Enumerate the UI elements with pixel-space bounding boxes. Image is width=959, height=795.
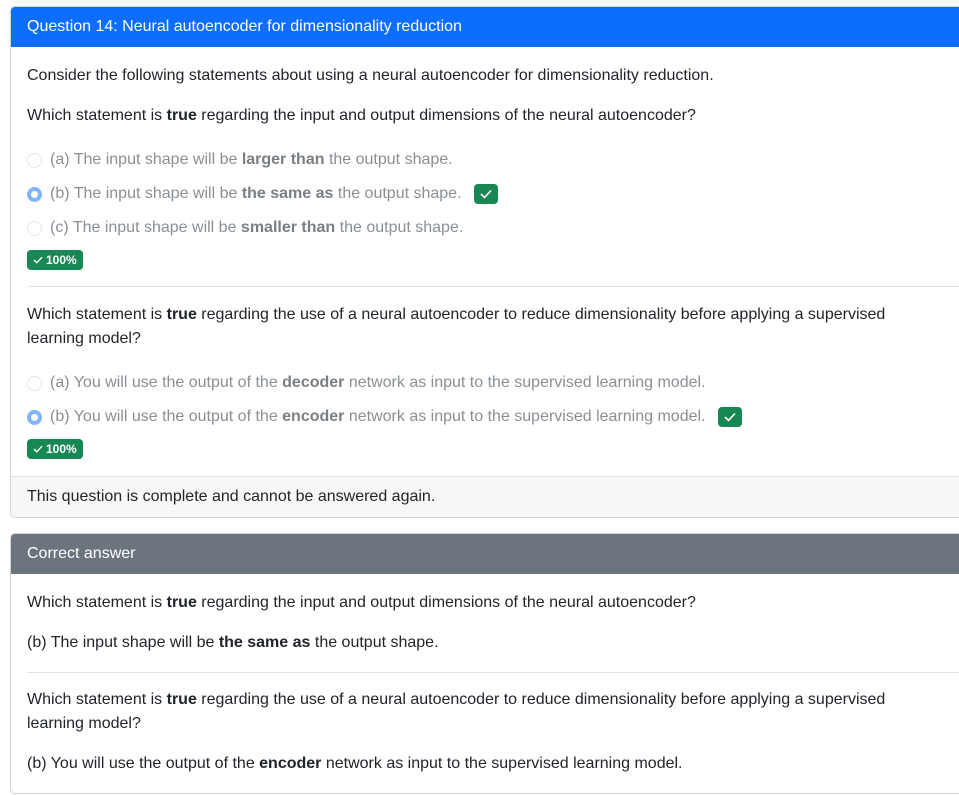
question-card: Question 14: Neural autoencoder for dime… <box>10 6 959 518</box>
option-label: (c) The input shape will be smaller than… <box>50 219 464 236</box>
part2-score-badge: 100% <box>27 439 83 459</box>
radio-icon <box>27 220 42 236</box>
completion-status: This question is complete and cannot be … <box>27 488 436 505</box>
part1-prompt: Which statement is true regarding the in… <box>27 107 696 124</box>
divider <box>27 672 959 673</box>
check-icon <box>33 445 43 453</box>
answer-title: Correct answer <box>27 545 136 562</box>
part2-option-b: (b) You will use the output of the encod… <box>27 405 742 429</box>
answer-part2-prompt: Which statement is true regarding the us… <box>27 691 886 732</box>
part1-option-b: (b) The input shape will be the same as … <box>27 182 498 206</box>
part1-option-c: (c) The input shape will be smaller than… <box>27 216 463 240</box>
answer-part1-prompt: Which statement is true regarding the in… <box>27 594 696 611</box>
check-icon <box>473 184 498 204</box>
radio-icon <box>27 186 42 202</box>
question-intro: Consider the following statements about … <box>27 67 714 84</box>
check-icon <box>33 256 43 264</box>
check-icon <box>717 407 742 427</box>
question-footer: This question is complete and cannot be … <box>11 476 959 517</box>
divider <box>27 286 959 287</box>
option-label: (a) You will use the output of the decod… <box>50 374 706 391</box>
option-label: (b) The input shape will be the same as … <box>50 185 462 202</box>
radio-icon <box>27 409 42 425</box>
part1-option-a: (a) The input shape will be larger than … <box>27 148 453 172</box>
question-header: Question 14: Neural autoencoder for dime… <box>11 7 959 47</box>
radio-icon <box>27 152 42 168</box>
answer-header: Correct answer <box>11 534 959 574</box>
option-label: (a) The input shape will be larger than … <box>50 151 453 168</box>
part2-prompt: Which statement is true regarding the us… <box>27 306 886 347</box>
answer-part2-answer: (b) You will use the output of the encod… <box>27 755 683 772</box>
answer-card: Correct answer Which statement is true r… <box>10 533 959 794</box>
radio-icon <box>27 375 42 391</box>
option-label: (b) You will use the output of the encod… <box>50 408 706 425</box>
answer-part1-answer: (b) The input shape will be the same as … <box>27 634 439 651</box>
part1-score-badge: 100% <box>27 250 83 270</box>
part2-option-a: (a) You will use the output of the decod… <box>27 371 706 395</box>
question-title: Question 14: Neural autoencoder for dime… <box>27 18 462 35</box>
